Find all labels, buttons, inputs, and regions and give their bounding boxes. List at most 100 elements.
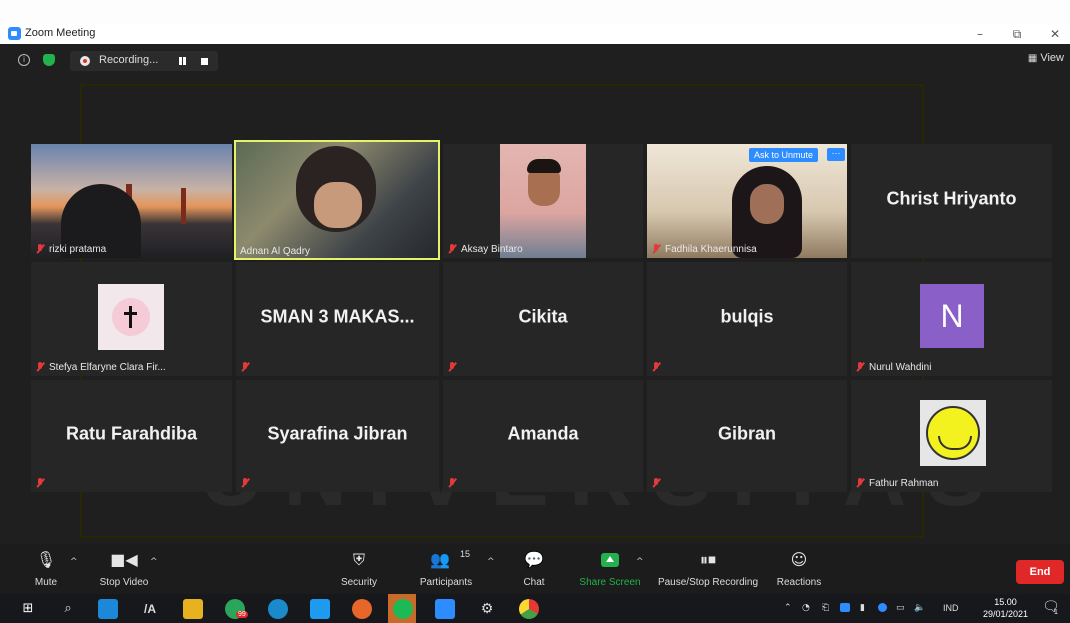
end-meeting-button[interactable]: End: [1016, 560, 1064, 584]
pause-stop-recording-button[interactable]: ⏸⏹ Pause/Stop Recording: [654, 544, 762, 594]
muted-mic-icon: [240, 478, 250, 488]
video-tile-syarafina[interactable]: Syarafina Jibran: [236, 380, 439, 492]
video-tile-gibran[interactable]: Gibran: [647, 380, 847, 492]
video-camera-icon: ■◀: [110, 550, 138, 569]
video-tile-nurul[interactable]: N Nurul Wahdini: [851, 262, 1052, 376]
mail-icon[interactable]: [98, 599, 118, 619]
person-hair: [527, 159, 561, 173]
zoom-logo-icon: [8, 27, 21, 40]
edge-icon[interactable]: [268, 599, 288, 619]
video-tile-amanda[interactable]: Amanda: [443, 380, 643, 492]
security-button[interactable]: ⛨ Security: [334, 544, 384, 594]
reactions-button[interactable]: ☺ Reactions: [772, 544, 826, 594]
video-tile-bulqis[interactable]: bulqis: [647, 262, 847, 376]
recording-label: Recording...: [99, 54, 159, 66]
volume-icon[interactable]: 🔈: [914, 603, 925, 613]
muted-mic-icon: [447, 478, 457, 488]
stop-video-button[interactable]: ■◀ Stop Video: [92, 544, 156, 594]
reactions-label: Reactions: [776, 577, 822, 588]
participant-count-badge: 15: [460, 549, 471, 559]
grid-icon: ▦: [1027, 53, 1038, 64]
encryption-shield-icon[interactable]: [43, 54, 55, 66]
recording-indicator: Recording...: [70, 51, 218, 71]
participant-name: rizki pratama: [49, 244, 107, 255]
video-options-caret-icon[interactable]: ^: [150, 557, 158, 567]
bluetooth-icon[interactable]: [878, 603, 887, 612]
pause-recording-icon[interactable]: [178, 56, 188, 66]
minimize-button[interactable]: –: [965, 25, 995, 43]
view-button[interactable]: ▦ View: [1028, 52, 1064, 64]
participant-display-name: Christ Hriyanto: [886, 188, 1017, 209]
share-screen-button[interactable]: Share Screen: [578, 544, 642, 594]
muted-mic-icon: [447, 244, 457, 254]
video-tile-sman[interactable]: SMAN 3 MAKAS...: [236, 262, 439, 376]
spotify-icon[interactable]: [393, 599, 413, 619]
tray-overflow-icon[interactable]: ⌃: [784, 603, 792, 613]
usb-icon[interactable]: ▮: [860, 603, 865, 613]
smiley-face-icon: [926, 406, 980, 460]
muted-mic-icon: [651, 478, 661, 488]
profile-picture: [920, 400, 986, 466]
stop-recording-icon[interactable]: [201, 58, 208, 65]
ask-to-unmute-button[interactable]: Ask to Unmute: [749, 148, 819, 162]
video-tile-ratu[interactable]: Ratu Farahdiba: [31, 380, 232, 492]
file-explorer-icon[interactable]: [183, 599, 203, 619]
participant-name: Stefya Elfaryne Clara Fir...: [49, 362, 166, 373]
app-icon[interactable]: /A: [140, 599, 160, 619]
video-tile-aksay[interactable]: Aksay Bintaro: [443, 144, 643, 258]
muted-mic-icon: [651, 362, 661, 372]
participant-display-name: Amanda: [507, 423, 579, 444]
battery-icon[interactable]: ▭: [896, 603, 905, 613]
search-icon[interactable]: ⌕: [58, 599, 78, 619]
network-icon[interactable]: ◔: [802, 603, 810, 613]
participant-display-name: bulqis: [720, 306, 774, 327]
video-tile-christ[interactable]: Christ Hriyanto: [851, 144, 1052, 258]
initial-avatar: N: [920, 284, 984, 348]
security-shield-icon: ⛨: [352, 550, 366, 569]
video-tile-fadhila[interactable]: Ask to Unmute ··· Fadhila Khaerunnisa: [647, 144, 847, 258]
muted-mic-icon: [651, 244, 661, 254]
participant-name: Fathur Rahman: [869, 478, 939, 489]
tray-app-icon[interactable]: ⎗: [822, 603, 829, 613]
close-button[interactable]: ✕: [1040, 25, 1070, 43]
participants-options-caret-icon[interactable]: ^: [487, 557, 495, 567]
person-face: [314, 182, 362, 228]
chrome-icon[interactable]: [519, 599, 539, 619]
video-tile-cikita[interactable]: Cikita: [443, 262, 643, 376]
restore-button[interactable]: ⧉: [1002, 25, 1032, 43]
participants-label: Participants: [419, 577, 473, 588]
meeting-info-icon[interactable]: i: [18, 54, 30, 66]
participant-display-name: Gibran: [717, 423, 776, 444]
titlebar-strip: [0, 24, 1070, 44]
participants-button[interactable]: 👥 15 Participants: [414, 544, 478, 594]
meeting-controls: 🎙 Mute ^ ■◀ Stop Video ^ ⛨ Security 👥 15…: [0, 544, 1070, 594]
muted-mic-icon: [35, 362, 45, 372]
twitter-icon[interactable]: [310, 599, 330, 619]
muted-mic-icon: [447, 362, 457, 372]
share-screen-icon: [601, 553, 619, 567]
video-tile-rizki[interactable]: rizki pratama: [31, 144, 232, 258]
mute-button[interactable]: 🎙 Mute: [22, 544, 70, 594]
settings-gear-icon[interactable]: ⚙: [477, 599, 497, 619]
audio-options-caret-icon[interactable]: ^: [70, 557, 78, 567]
zoom-taskbar-icon[interactable]: [435, 599, 455, 619]
video-tile-stefya[interactable]: Stefya Elfaryne Clara Fir...: [31, 262, 232, 376]
view-label: View: [1040, 52, 1064, 64]
participant-name: Nurul Wahdini: [869, 362, 932, 373]
windows-start-icon[interactable]: ⊞: [18, 599, 38, 619]
zoom-tray-icon[interactable]: [840, 603, 850, 612]
chat-button[interactable]: 💬 Chat: [514, 544, 554, 594]
language-indicator[interactable]: IND: [943, 603, 959, 613]
video-tile-adnan[interactable]: Adnan Al Qadry: [234, 140, 440, 260]
video-tile-fathur[interactable]: Fathur Rahman: [851, 380, 1052, 492]
participant-display-name: Cikita: [518, 306, 568, 327]
participant-name: Adnan Al Qadry: [240, 246, 311, 257]
pause-stop-icon: ⏸⏹: [699, 550, 717, 569]
share-options-caret-icon[interactable]: ^: [636, 557, 644, 567]
system-clock[interactable]: 15.00 29/01/2021: [983, 596, 1028, 620]
more-options-button[interactable]: ···: [827, 148, 845, 161]
muted-mic-icon: [240, 362, 250, 372]
firefox-icon[interactable]: [352, 599, 372, 619]
participant-name: Fadhila Khaerunnisa: [665, 244, 757, 255]
participants-icon: 👥: [430, 550, 450, 569]
